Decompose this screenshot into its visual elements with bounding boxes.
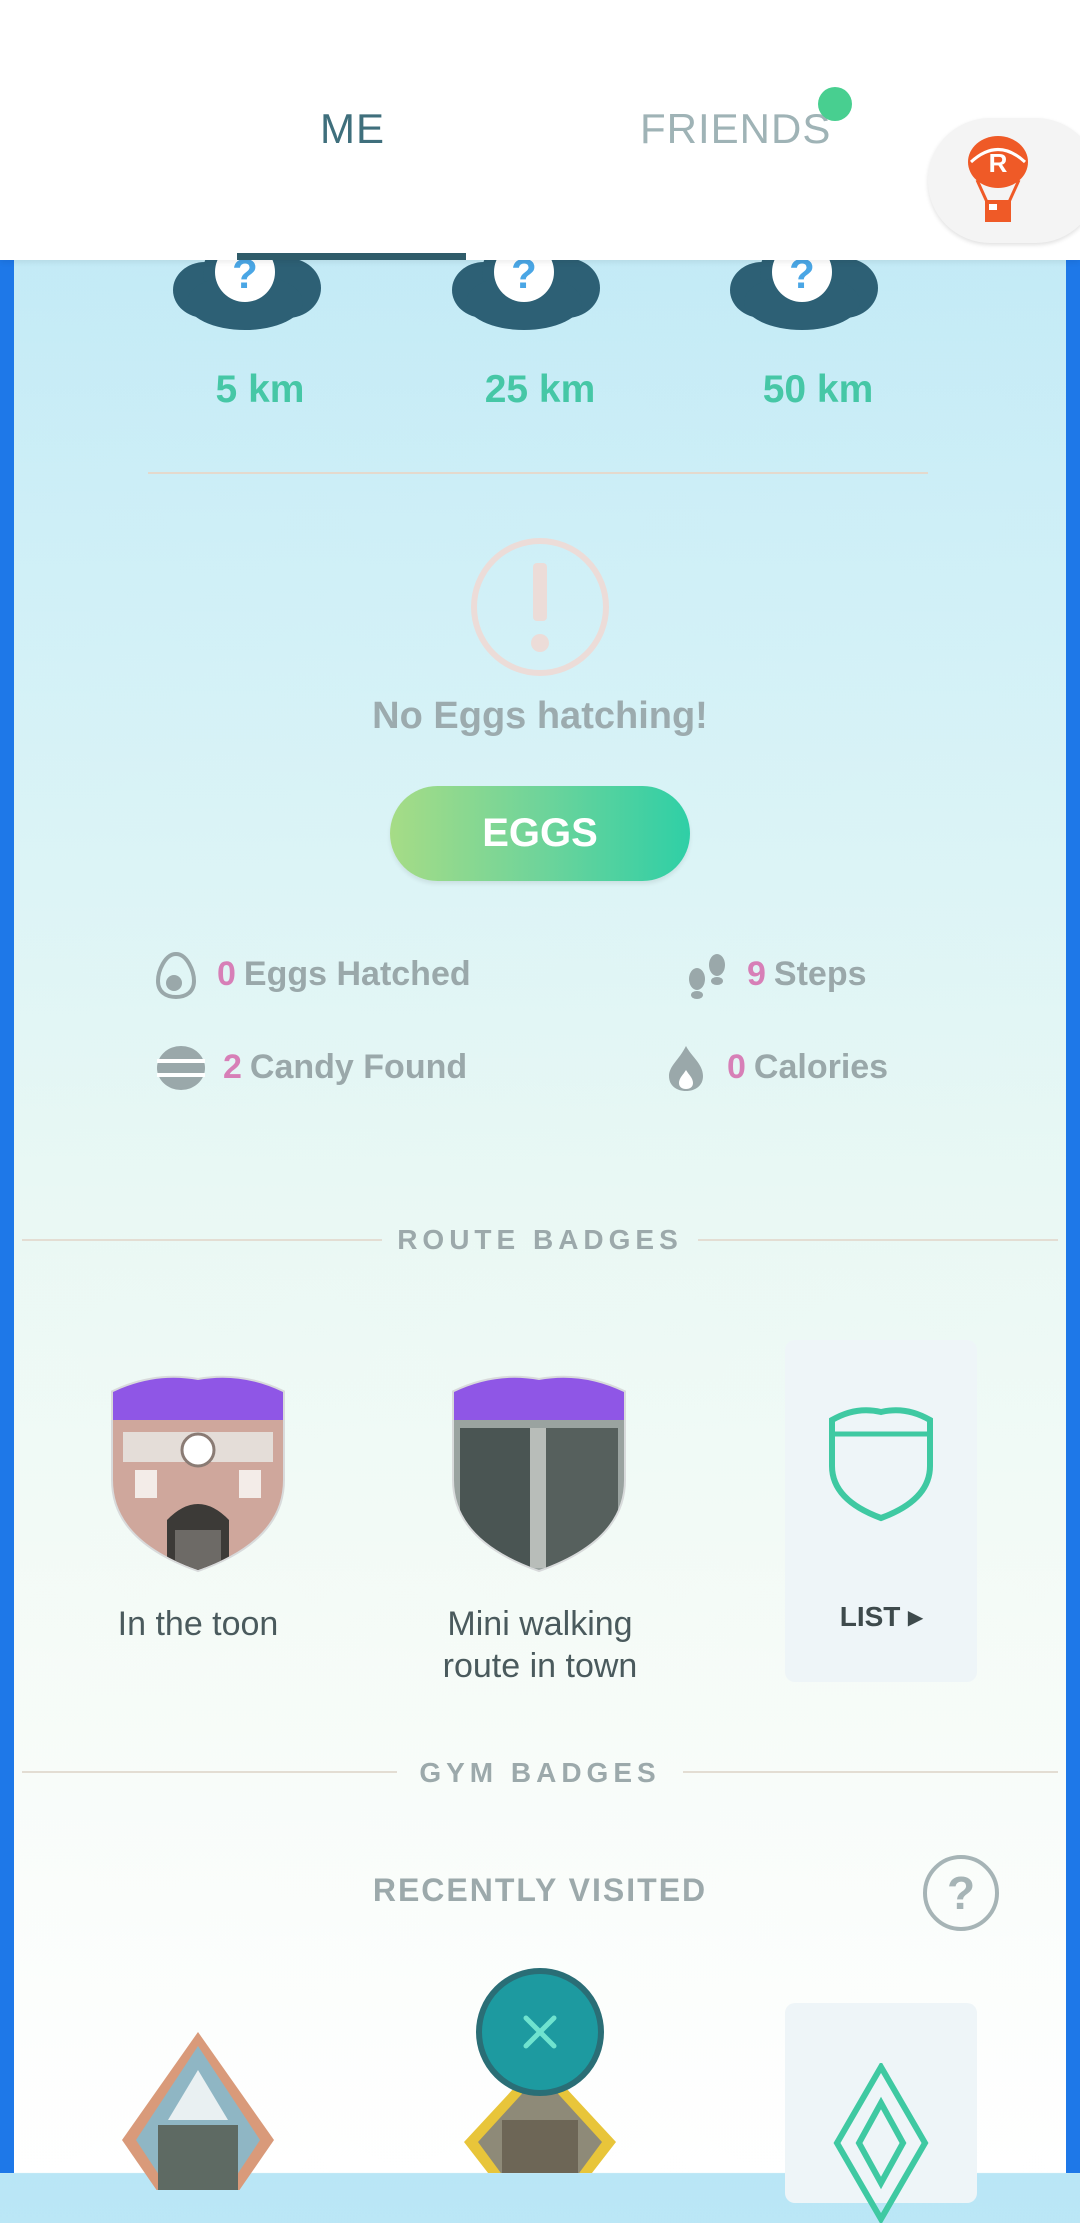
route-badge-label: In the toon — [117, 1605, 279, 1643]
gym-badges-title: GYM BADGES — [419, 1757, 661, 1788]
no-eggs-message: No Eggs hatching! — [372, 695, 708, 737]
eggs-hatched-count: 0 — [217, 955, 236, 993]
header: ME FRIENDS R — [0, 0, 1080, 260]
candy-label: Candy Found — [249, 1048, 468, 1086]
svg-text:R: R — [989, 148, 1008, 178]
flame-icon — [669, 1046, 703, 1091]
calories-label: Calories — [753, 1048, 889, 1086]
eggs-button[interactable]: EGGS — [390, 786, 690, 881]
gym-badges-list-card[interactable] — [785, 2003, 977, 2223]
gym-badge-icon — [122, 2032, 274, 2223]
route-badge-label: Mini walking route in town — [390, 1603, 690, 1687]
route-badges-title: ROUTE BADGES — [397, 1224, 683, 1255]
close-icon — [523, 2015, 557, 2049]
close-button[interactable] — [476, 1968, 604, 2096]
recently-visited-title: RECENTLY VISITED — [372, 1872, 708, 1908]
egg-distance-25km: 25 km — [484, 368, 596, 411]
route-badge-shield-icon — [452, 1375, 626, 1573]
candy-icon — [157, 1046, 205, 1090]
notification-dot — [818, 87, 852, 121]
steps-count: 9 — [747, 955, 766, 993]
route-badge-label-line1: Mini walking — [447, 1605, 633, 1643]
stat-steps: 9 Steps — [685, 954, 867, 999]
stat-calories: 0 Calories — [665, 1046, 889, 1091]
gym-badge-outline-icon — [833, 2063, 929, 2223]
egg-distance-50km: 50 km — [762, 368, 874, 411]
help-button[interactable]: ? — [923, 1855, 999, 1931]
rocket-balloon-icon: R — [968, 136, 1028, 222]
stat-candy-found: 2 Candy Found — [155, 1046, 468, 1090]
tab-friends[interactable]: FRIENDS — [640, 105, 831, 153]
gym-badge-bronze[interactable] — [118, 2030, 278, 2223]
footsteps-icon — [689, 954, 725, 999]
candy-count: 2 — [223, 1048, 242, 1086]
route-badge-shield-icon — [111, 1375, 285, 1573]
calories-count: 0 — [727, 1048, 746, 1086]
warning-icon — [468, 535, 612, 684]
egg-icon — [155, 951, 197, 999]
tab-me-underline — [237, 253, 466, 260]
route-badge-mini-walking[interactable] — [446, 1370, 632, 1581]
route-shield-outline-icon — [829, 1407, 933, 1522]
steps-label: Steps — [773, 955, 867, 993]
egg-distance-5km: 5 km — [215, 368, 305, 411]
route-badge-in-the-toon[interactable] — [105, 1370, 291, 1581]
eggs-hatched-label: Eggs Hatched — [243, 955, 471, 993]
route-badges-list-button[interactable]: LIST ▸ — [785, 1600, 977, 1633]
stat-eggs-hatched: 0 Eggs Hatched — [155, 951, 471, 999]
divider — [148, 472, 928, 474]
route-badge-label-line2: route in town — [442, 1647, 638, 1685]
tab-me[interactable]: ME — [320, 105, 385, 153]
team-rocket-balloon-button[interactable]: R — [928, 118, 1080, 243]
